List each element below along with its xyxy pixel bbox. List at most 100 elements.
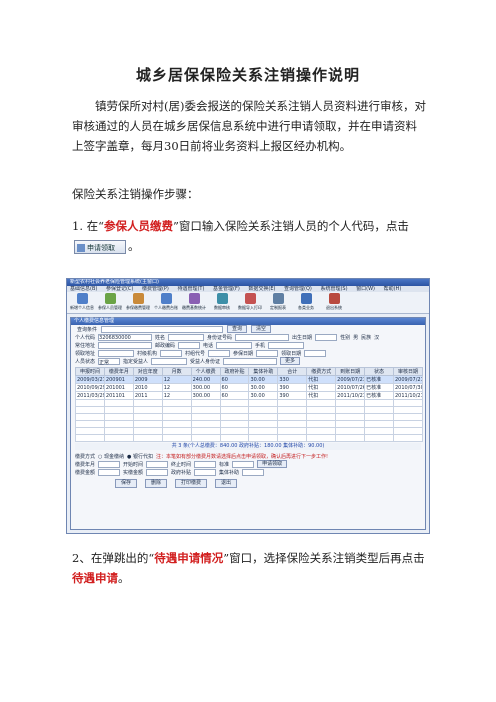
toolbar-button[interactable]: 数据审核: [209, 293, 235, 312]
column-header[interactable]: 缴费年月: [103, 367, 134, 376]
apply-button[interactable]: 申请领取: [257, 460, 288, 468]
reset-button[interactable]: 清空: [251, 325, 272, 333]
gov-subsidy-field[interactable]: [194, 468, 217, 476]
group-code-field[interactable]: [208, 349, 231, 357]
id-card-field[interactable]: [235, 333, 290, 341]
pay-month-field[interactable]: [98, 460, 121, 468]
postcode-field[interactable]: [178, 341, 201, 349]
status-select[interactable]: 正常: [98, 357, 121, 366]
step2-prefix: 2、在弹跳出的“: [72, 551, 155, 565]
menu-item[interactable]: 窗口(W): [356, 286, 375, 292]
field-label: 个人代码: [75, 334, 96, 341]
table-row[interactable]: 2011/03/29 201101 2011 12 300.00 60 30.00 390 代扣…: [75, 391, 424, 400]
column-header[interactable]: 个人缴费: [190, 367, 221, 376]
table-row[interactable]: 2010/09/29 201001 2010 12 300.00 60 30.00 390 代扣…: [75, 383, 424, 392]
query-button[interactable]: 查询: [227, 325, 248, 333]
table-cell: [248, 434, 279, 442]
pay-amount-field[interactable]: [98, 468, 121, 476]
intro-paragraph: 镇劳保所对村(居)委会报送的保险关系注销人员资料进行审核，对审核通过的人员在城乡…: [72, 99, 426, 153]
actual-amount-field[interactable]: [146, 468, 169, 476]
end-time-field[interactable]: [194, 460, 217, 468]
column-header[interactable]: 合计: [277, 367, 308, 376]
menu-item[interactable]: 参保登记(C): [106, 286, 133, 292]
field-label: 政府补贴: [171, 469, 192, 476]
step2-mid: ”窗口，选择保险关系注销类型后再点击: [223, 551, 425, 565]
column-header[interactable]: 到账日期: [335, 367, 366, 376]
toolbar-button[interactable]: 退出系统: [321, 293, 347, 312]
collective-subsidy-field[interactable]: [242, 468, 265, 476]
name-field[interactable]: [168, 333, 205, 341]
toolbar-button[interactable]: 新增个人信息: [69, 293, 95, 312]
menu-item[interactable]: 待遇管理(T): [177, 286, 204, 292]
toolbar-button[interactable]: 参保人员管理: [97, 293, 123, 312]
radio-cash[interactable]: ○ 现金缴纳: [98, 453, 124, 460]
column-header[interactable]: 状态: [364, 367, 394, 376]
phone-field[interactable]: [216, 341, 253, 349]
toolbar-button[interactable]: 各类业务: [293, 293, 319, 312]
toolbar: 新增个人信息 参保人员管理 参保缴费管理 个人缴费台账 缴费基数统计 数据审核 数据导入打印…: [67, 292, 429, 314]
table-cell: 2010/07/30: [392, 383, 424, 392]
table-cell: [364, 420, 394, 428]
receive-address-field[interactable]: [98, 349, 135, 357]
delete-button[interactable]: 删除: [145, 479, 168, 488]
standard-field[interactable]: [232, 460, 255, 468]
table-cell: [248, 413, 279, 421]
address-field[interactable]: [98, 341, 153, 349]
menu-item[interactable]: 数据交换(E): [248, 286, 275, 292]
toolbar-button[interactable]: 缴费基数统计: [181, 293, 207, 312]
beneficiary-field[interactable]: [151, 357, 188, 365]
more-button[interactable]: 更多: [280, 357, 301, 365]
gender-value[interactable]: 男: [353, 334, 358, 341]
menu-item[interactable]: 查询管理(Q): [284, 286, 312, 292]
person-code-field[interactable]: 3206830000: [98, 333, 153, 341]
table-row[interactable]: 2009/03/27 200901 2009 12 240.00 60 30.00 330 代扣…: [75, 375, 424, 384]
table-cell: [161, 413, 192, 421]
apply-button-image: 申请领取: [74, 240, 126, 254]
receive-date-field[interactable]: [304, 349, 327, 357]
menu-item[interactable]: 缴费管理(P): [142, 286, 169, 292]
column-header[interactable]: 审核日期: [392, 367, 424, 376]
birth-date-field[interactable]: [315, 333, 338, 341]
toolbar-button[interactable]: 个人缴费台账: [153, 293, 179, 312]
field-label: 常住地址: [75, 342, 96, 349]
exit-button[interactable]: 退出: [215, 479, 238, 488]
column-header[interactable]: 缴费方式: [306, 367, 337, 376]
table-cell: 代扣: [306, 391, 337, 400]
column-header[interactable]: 政府补贴: [219, 367, 250, 376]
column-header[interactable]: 月数: [161, 367, 192, 376]
table-cell: [277, 420, 308, 428]
radio-bank[interactable]: ● 银行代扣: [127, 453, 153, 460]
query-input[interactable]: [101, 325, 224, 333]
enroll-date-field[interactable]: [256, 349, 279, 357]
menu-item[interactable]: 基础信息(B): [70, 286, 97, 292]
table-cell: [335, 399, 366, 407]
field-label: 集体补助: [219, 469, 240, 476]
menu-item[interactable]: 帮助(H): [384, 286, 402, 292]
print-button[interactable]: 打印缴费: [175, 479, 208, 488]
column-header[interactable]: 申报时间: [75, 367, 105, 376]
mobile-field[interactable]: [268, 341, 305, 349]
column-header[interactable]: 对应年度: [132, 367, 163, 376]
toolbar-icon: [272, 293, 284, 304]
table-cell: [364, 427, 394, 435]
toolbar-button[interactable]: 参保缴费管理: [125, 293, 151, 312]
menu-item[interactable]: 系统管理(S): [320, 286, 347, 292]
column-header[interactable]: 集体补助: [248, 367, 279, 376]
pay-method-row: 缴费方式 ○ 现金缴纳 ● 银行代扣 注：本笔如有部分缴费月数请选择后点击申请领…: [75, 452, 421, 460]
table-cell: [132, 399, 163, 407]
summary-row: 共 3 条(个人总缴费：840.00 政府补贴：180.00 集体补助：90.0…: [75, 443, 421, 450]
table-cell: [161, 406, 192, 414]
toolbar-button[interactable]: 数据导入打印: [237, 293, 263, 312]
table-cell: [364, 399, 394, 407]
village-org-field[interactable]: [160, 349, 183, 357]
table-cell: [161, 420, 192, 428]
toolbar-button[interactable]: 定制报表: [265, 293, 291, 312]
ethnic-value[interactable]: 汉: [374, 334, 379, 341]
save-button[interactable]: 保存: [115, 479, 138, 488]
beneficiary-id-field[interactable]: [223, 357, 278, 365]
table-cell: [161, 427, 192, 435]
table-cell: [306, 413, 337, 421]
start-time-field[interactable]: [146, 460, 169, 468]
menu-item[interactable]: 基金管理(F): [213, 286, 240, 292]
empty-row: [75, 427, 424, 435]
